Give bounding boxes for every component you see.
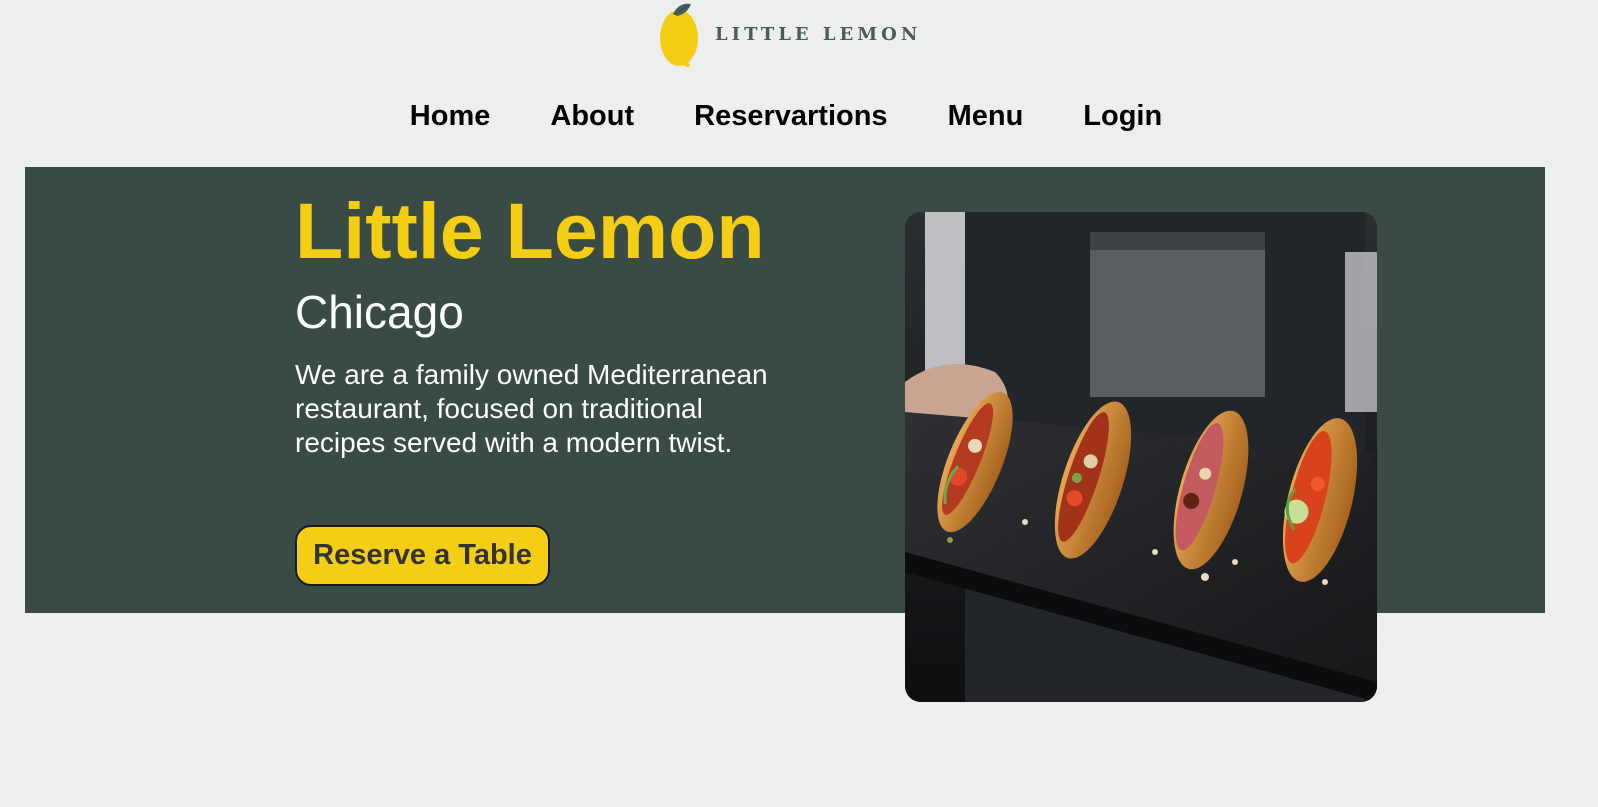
- nav-item-login: Login: [1083, 100, 1162, 133]
- main-nav: Home About Reservartions Menu Login: [0, 100, 1598, 133]
- hero-title: Little Lemon: [295, 186, 765, 275]
- hero-description: We are a family owned Mediterranean rest…: [295, 359, 768, 458]
- hero-food-image: [905, 212, 1377, 702]
- reserve-table-button[interactable]: Reserve a Table: [295, 525, 550, 586]
- nav-link-menu[interactable]: Menu: [948, 100, 1024, 132]
- nav-link-login[interactable]: Login: [1083, 100, 1162, 132]
- nav-link-about[interactable]: About: [550, 100, 634, 132]
- nav-item-reservations: Reservartions: [694, 100, 887, 133]
- nav-item-home: Home: [410, 100, 491, 133]
- logo-link[interactable]: LITTLE LEMON: [659, 0, 921, 70]
- hero-subtitle: Chicago: [295, 286, 464, 338]
- logo-text: LITTLE LEMON: [715, 23, 922, 45]
- nav-item-about: About: [550, 100, 634, 133]
- nav-list: Home About Reservartions Menu Login: [410, 100, 1162, 133]
- nav-link-home[interactable]: Home: [410, 100, 491, 132]
- lemon-icon: [659, 0, 705, 70]
- nav-item-menu: Menu: [948, 100, 1024, 133]
- bruschetta-tray-photo: [905, 212, 1377, 702]
- nav-link-reservations[interactable]: Reservartions: [694, 100, 887, 132]
